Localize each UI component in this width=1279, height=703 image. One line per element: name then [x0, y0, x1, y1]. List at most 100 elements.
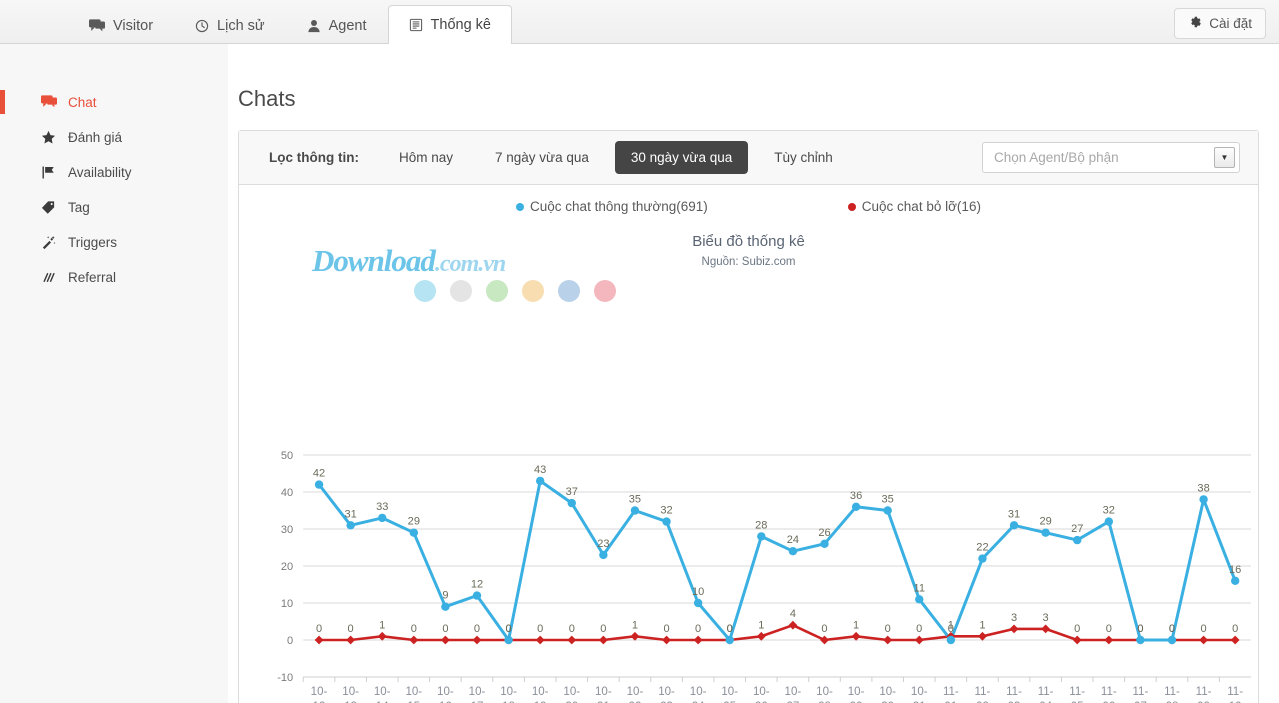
chart-data-point[interactable] — [631, 632, 640, 641]
chart-data-point[interactable] — [1104, 636, 1113, 645]
chart-data-point[interactable] — [694, 636, 703, 645]
chart-data-label: 0 — [821, 623, 827, 635]
chart-data-point[interactable] — [1199, 636, 1208, 645]
chart-data-point[interactable] — [852, 632, 861, 641]
chart-data-point[interactable] — [441, 636, 450, 645]
chart-data-point[interactable] — [757, 632, 766, 641]
tab-lịch-sử[interactable]: Lịch sử — [174, 6, 286, 44]
x-axis-tick-label: 11- — [1038, 686, 1054, 698]
star-icon — [40, 130, 57, 145]
chart-data-label: 1 — [379, 619, 385, 631]
chart-data-point[interactable] — [1041, 529, 1049, 537]
chart-data-label: 0 — [442, 623, 448, 635]
chart-data-point[interactable] — [883, 636, 892, 645]
chart-data-point[interactable] — [1136, 636, 1144, 644]
chart-data-point[interactable] — [1199, 495, 1207, 503]
chart-data-point[interactable] — [1231, 636, 1240, 645]
chart-data-point[interactable] — [820, 540, 828, 548]
chart-data-point[interactable] — [599, 551, 607, 559]
sidebar-item-referral[interactable]: Referral — [0, 264, 228, 290]
x-axis-tick-label: 11- — [1006, 686, 1022, 698]
chart-data-label: 38 — [1197, 482, 1209, 494]
chart-data-point[interactable] — [883, 506, 891, 514]
chart-data-point[interactable] — [536, 477, 544, 485]
y-axis-tick-label: 0 — [287, 635, 293, 647]
chart-data-point[interactable] — [378, 632, 387, 641]
chats-panel: Lọc thông tin: Hôm nay7 ngày vừa qua30 n… — [238, 130, 1259, 703]
chart-data-point[interactable] — [568, 499, 576, 507]
x-axis-tick-label: 10- — [753, 686, 770, 698]
sidebar-item-tag[interactable]: Tag — [0, 194, 228, 220]
chart-data-point[interactable] — [789, 547, 797, 555]
chart-data-point[interactable] — [504, 636, 512, 644]
chart-data-point[interactable] — [662, 636, 671, 645]
chart-data-point[interactable] — [1041, 625, 1050, 634]
filter-option-2[interactable]: 30 ngày vừa qua — [615, 141, 748, 174]
chat-bubble-icon — [89, 19, 105, 33]
chart-data-point[interactable] — [378, 514, 386, 522]
chart-data-point[interactable] — [820, 636, 829, 645]
chart-data-point[interactable] — [978, 632, 987, 641]
tab-thống-kê[interactable]: Thống kê — [388, 5, 512, 44]
y-axis-tick-label: 50 — [281, 450, 293, 462]
sidebar-item-availability[interactable]: Availability — [0, 159, 228, 185]
chart-data-point[interactable] — [346, 521, 354, 529]
chart-data-label: 29 — [1039, 516, 1051, 528]
sidebar-item-chat[interactable]: Chat — [0, 89, 228, 115]
chart-data-point[interactable] — [788, 621, 797, 630]
filter-option-1[interactable]: 7 ngày vừa qua — [479, 141, 605, 174]
chart-data-point[interactable] — [978, 554, 986, 562]
chart-data-point[interactable] — [1010, 625, 1019, 634]
chart-data-label: 26 — [818, 527, 830, 539]
filter-option-3[interactable]: Tùy chỉnh — [758, 141, 849, 174]
chart-data-point[interactable] — [409, 636, 418, 645]
chart-data-point[interactable] — [1168, 636, 1176, 644]
chart-data-point[interactable] — [852, 503, 860, 511]
chart-data-point[interactable] — [947, 636, 955, 644]
chart-data-label: 42 — [313, 468, 325, 480]
x-axis-tick-label: 11- — [1101, 686, 1117, 698]
sidebar-item-triggers[interactable]: Triggers — [0, 229, 228, 255]
agent-select[interactable]: Chọn Agent/Bộ phận ▼ — [982, 142, 1240, 173]
chart-data-point[interactable] — [915, 595, 923, 603]
x-axis-tick-label: 10- — [469, 686, 486, 698]
chart-data-point[interactable] — [726, 636, 734, 644]
chart-data-label: 0 — [1137, 623, 1143, 635]
chart-data-point[interactable] — [1010, 521, 1018, 529]
filter-option-0[interactable]: Hôm nay — [383, 141, 469, 174]
chart-data-point[interactable] — [567, 636, 576, 645]
x-axis-tick-label: 10- — [658, 686, 675, 698]
chart-data-point[interactable] — [1231, 577, 1239, 585]
chart-data-point[interactable] — [1073, 636, 1082, 645]
tab-visitor[interactable]: Visitor — [68, 6, 174, 44]
sidebar-item-đánh-giá[interactable]: Đánh giá — [0, 124, 228, 150]
chart-data-point[interactable] — [536, 636, 545, 645]
chart-data-label: 0 — [1169, 623, 1175, 635]
chart-data-point[interactable] — [694, 599, 702, 607]
chart-data-point[interactable] — [599, 636, 608, 645]
chart-data-label: 0 — [1232, 623, 1238, 635]
chart-data-label: 23 — [597, 538, 609, 550]
x-axis-tick-label: 10- — [342, 686, 359, 698]
chart-data-point[interactable] — [473, 591, 481, 599]
chart-data-point[interactable] — [441, 603, 449, 611]
chart-data-point[interactable] — [631, 506, 639, 514]
chart-data-point[interactable] — [1073, 536, 1081, 544]
chevron-down-icon[interactable]: ▼ — [1214, 147, 1235, 168]
x-axis-tick-label: 10- — [405, 686, 422, 698]
chart-data-point[interactable] — [915, 636, 924, 645]
chart-data-point[interactable] — [346, 636, 355, 645]
settings-button[interactable]: Cài đặt — [1174, 8, 1266, 39]
chart-data-label: 0 — [916, 623, 922, 635]
chart-data-point[interactable] — [315, 636, 324, 645]
chart-data-point[interactable] — [410, 529, 418, 537]
chart-data-label: 0 — [474, 623, 480, 635]
chart-data-point[interactable] — [315, 480, 323, 488]
chart-data-point[interactable] — [1105, 517, 1113, 525]
chart-data-point[interactable] — [473, 636, 482, 645]
chart-data-label: 0 — [948, 623, 954, 635]
chart-data-label: 0 — [663, 623, 669, 635]
tab-agent[interactable]: Agent — [286, 6, 388, 44]
chart-data-point[interactable] — [662, 517, 670, 525]
chart-data-point[interactable] — [757, 532, 765, 540]
